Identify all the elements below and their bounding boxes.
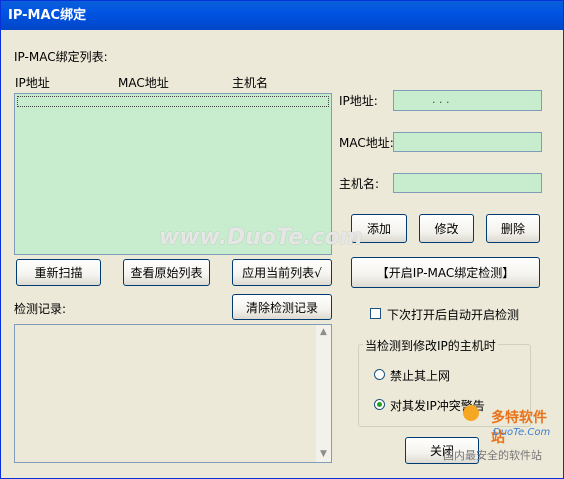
ip-address-input[interactable]: . . . [393,90,542,111]
mac-address-input[interactable] [393,132,542,152]
block-internet-radio[interactable] [374,369,385,380]
delete-button[interactable]: 删除 [486,214,540,243]
badge-logo-icon [463,405,479,421]
modify-button[interactable]: 修改 [419,214,474,243]
log-scrollbar[interactable]: ▲ ▼ [316,325,331,462]
block-internet-label: 禁止其上网 [390,369,451,383]
duote-badge-watermark: 多特软件站 DuoTe.Com 国内最安全的软件站 [443,401,559,463]
ip-mac-bind-window: IP-MAC绑定 IP-MAC绑定列表: IP地址 MAC地址 主机名 IP地址… [0,0,564,479]
ip-field-label: IP地址: [339,94,378,108]
mac-field-label: MAC地址: [339,136,394,150]
badge-url: DuoTe.Com [493,427,551,438]
duote-watermark: www.DuoTe.com [159,225,363,250]
binding-list-label: IP-MAC绑定列表: [14,50,108,64]
scroll-down-icon[interactable]: ▼ [316,447,331,462]
group-title: 当检测到修改IP的主机时 [363,337,498,354]
start-detection-button[interactable]: 【开启IP-MAC绑定检测】 [351,257,540,288]
column-header-ip[interactable]: IP地址 [15,74,50,91]
column-header-hostname[interactable]: 主机名 [232,74,268,91]
list-focus-row[interactable] [17,96,329,107]
window-title: IP-MAC绑定 [1,1,563,30]
ip-dot-separators: . . . [432,93,450,106]
auto-start-label: 下次打开后自动开启检测 [387,308,520,322]
hostname-input[interactable] [393,173,542,193]
send-conflict-warning-radio[interactable] [374,399,385,410]
clear-log-button[interactable]: 清除检测记录 [232,294,332,320]
detection-log[interactable]: ▲ ▼ [14,324,332,463]
column-header-mac[interactable]: MAC地址 [118,74,169,91]
badge-slogan: 国内最安全的软件站 [443,449,542,462]
log-label: 检测记录: [14,302,67,316]
hostname-field-label: 主机名: [339,177,380,191]
auto-start-checkbox[interactable] [370,308,381,319]
view-original-list-button[interactable]: 查看原始列表 [123,259,210,286]
apply-current-list-button[interactable]: 应用当前列表√ [232,259,332,286]
scroll-up-icon[interactable]: ▲ [316,325,331,340]
rescan-button[interactable]: 重新扫描 [16,259,101,286]
